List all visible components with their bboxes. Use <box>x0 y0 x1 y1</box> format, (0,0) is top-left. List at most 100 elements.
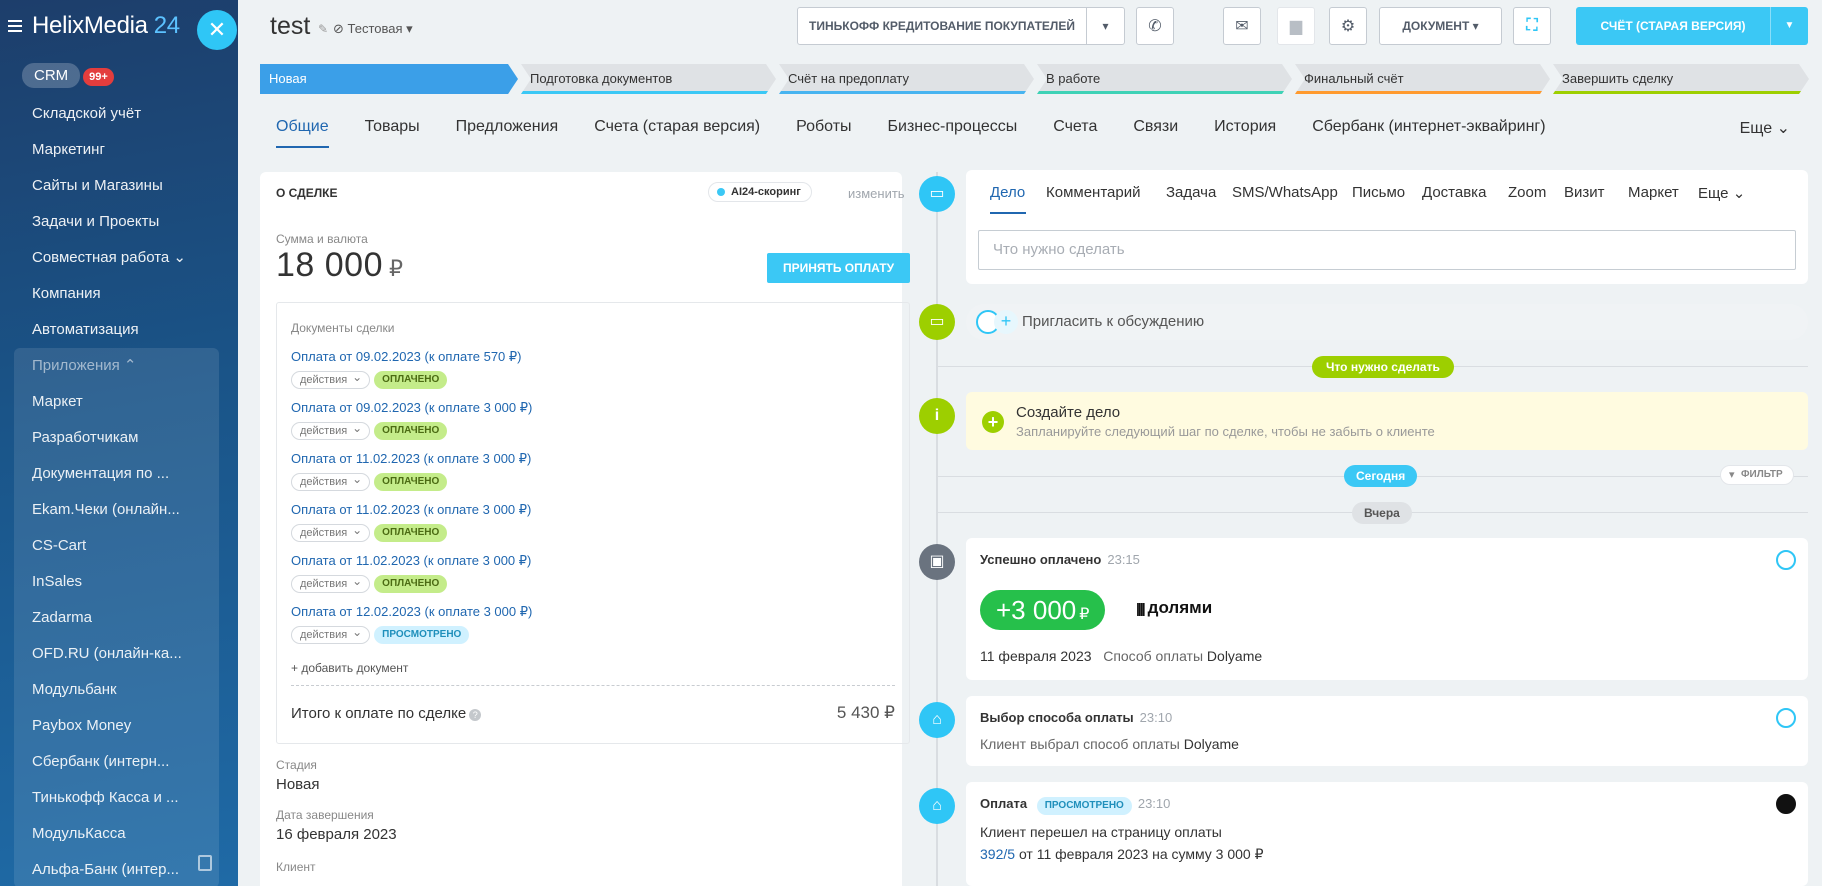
app-item[interactable]: OFD.RU (онлайн-ка... <box>14 636 219 672</box>
document-actions-dropdown[interactable]: действия <box>291 522 371 542</box>
menu-icon[interactable] <box>8 20 22 32</box>
stage-step[interactable]: Подготовка документов <box>521 64 776 94</box>
trash-icon[interactable] <box>198 855 212 871</box>
payment-link[interactable]: 392/5 <box>980 846 1015 862</box>
app-item[interactable]: Модульбанк <box>14 672 219 708</box>
sidebar-item[interactable]: Сайты и Магазины <box>0 168 238 204</box>
app-item[interactable]: Тинькофф Касса и ... <box>14 780 219 816</box>
document-link[interactable]: Оплата от 11.02.2023 (к оплате 3 000 ₽) <box>291 451 531 469</box>
filter-button[interactable]: Фильтр <box>1720 465 1794 485</box>
document-actions-dropdown[interactable]: действия <box>291 420 371 440</box>
tab-market[interactable]: Маркет <box>1628 184 1679 201</box>
stage-step[interactable]: В работе <box>1037 64 1292 94</box>
document-link[interactable]: Оплата от 11.02.2023 (к оплате 3 000 ₽) <box>291 553 531 571</box>
add-document-link[interactable]: + добавить документ <box>291 661 408 675</box>
todo-input[interactable]: Что нужно сделать <box>978 230 1796 270</box>
document-actions-dropdown[interactable]: действия <box>291 471 371 491</box>
tab-invoices-old[interactable]: Счета (старая версия) <box>594 118 760 148</box>
tab-activity[interactable]: Дело <box>990 184 1025 201</box>
ai-scoring-button[interactable]: AI24-скоринг <box>708 182 812 202</box>
edit-pencil-icon[interactable]: ✎ <box>318 22 328 36</box>
app-item[interactable]: Ekam.Чеки (онлайн... <box>14 492 219 528</box>
tab-zoom[interactable]: Zoom <box>1508 184 1546 201</box>
invite-to-discussion[interactable]: + Пригласить к обсуждению <box>966 304 1808 340</box>
tab-links[interactable]: Связи <box>1133 118 1178 148</box>
app-item[interactable]: Разработчикам <box>14 420 219 456</box>
event-details: 11 февраля 2023 Способ оплаты Dolyame <box>980 648 1262 664</box>
logo[interactable]: HelixMedia 24 <box>32 12 180 40</box>
tab-visit[interactable]: Визит <box>1564 184 1605 201</box>
tab-products[interactable]: Товары <box>365 118 420 148</box>
invoice-old-button[interactable]: Счёт (старая версия) ▼ <box>1576 7 1808 45</box>
stage-step[interactable]: Счёт на предоплату <box>779 64 1034 94</box>
settings-button[interactable]: ⚙ <box>1329 7 1367 45</box>
document-actions-dropdown[interactable]: действия <box>291 573 371 593</box>
chat-button[interactable]: ▆ <box>1277 7 1315 45</box>
stage-field-value[interactable]: Новая <box>276 776 319 793</box>
todo-title: Создайте дело <box>1016 404 1121 421</box>
tab-sberbank[interactable]: Сбербанк (интернет-эквайринг) <box>1312 118 1545 148</box>
close-slider-button[interactable]: ✕ <box>197 10 237 50</box>
stage-step[interactable]: Завершить сделку <box>1553 64 1809 94</box>
stage-step[interactable]: Финальный счёт <box>1295 64 1550 94</box>
chevron-down-icon[interactable]: ▼ <box>1770 7 1808 45</box>
tab-history[interactable]: История <box>1214 118 1276 148</box>
tab-task[interactable]: Задача <box>1166 184 1216 201</box>
plus-icon[interactable]: + <box>982 411 1004 433</box>
document-button[interactable]: Документ ▾ <box>1379 7 1502 45</box>
tab-email[interactable]: Письмо <box>1352 184 1405 201</box>
apps-header[interactable]: Приложения ⌃ <box>14 348 219 384</box>
document-link[interactable]: Оплата от 11.02.2023 (к оплате 3 000 ₽) <box>291 502 531 520</box>
sum-label: Сумма и валюта <box>276 232 368 246</box>
app-item[interactable]: Сбербанк (интерн... <box>14 744 219 780</box>
tab-more[interactable]: Еще ⌄ <box>1698 184 1745 202</box>
app-item[interactable]: CS-Cart <box>14 528 219 564</box>
tab-sms-whatsapp[interactable]: SMS/WhatsApp <box>1232 184 1338 201</box>
status-badge: просмотрено <box>374 626 470 644</box>
app-item[interactable]: МодульКасса <box>14 816 219 852</box>
create-activity-card[interactable]: + Создайте дело Запланируйте следующий ш… <box>966 392 1808 450</box>
tab-delivery[interactable]: Доставка <box>1422 184 1486 201</box>
document-actions-dropdown[interactable]: действия <box>291 369 371 389</box>
chevron-down-icon: ▾ <box>1472 19 1479 33</box>
tab-offers[interactable]: Предложения <box>456 118 559 148</box>
close-date-value[interactable]: 16 февраля 2023 <box>276 826 397 843</box>
app-item[interactable]: Zadarma <box>14 600 219 636</box>
email-button[interactable]: ✉ <box>1223 7 1261 45</box>
sidebar-item-crm[interactable]: CRM 99+ <box>22 63 114 88</box>
sidebar-item[interactable]: Автоматизация <box>0 312 238 348</box>
phone-button[interactable]: ✆ <box>1136 7 1174 45</box>
chevron-down-icon[interactable]: ▾ <box>1086 8 1124 44</box>
app-item[interactable]: InSales <box>14 564 219 600</box>
help-icon[interactable]: ? <box>469 709 482 721</box>
app-item[interactable]: Альфа-Банк (интер... <box>14 852 219 886</box>
deal-sum-value: 18 000 <box>276 246 383 284</box>
app-item[interactable]: Маркет <box>14 384 219 420</box>
tab-invoices[interactable]: Счета <box>1053 118 1097 148</box>
main-area: test ✎ ⊘ Тестовая ▾ Тинькофф кредитовани… <box>238 0 1822 886</box>
event-title-text: Выбор способа оплаты <box>980 710 1134 725</box>
tab-comment[interactable]: Комментарий <box>1046 184 1140 201</box>
category-selector[interactable]: ⊘ Тестовая ▾ <box>333 21 413 37</box>
accept-payment-button[interactable]: Принять оплату <box>767 253 910 283</box>
app-item[interactable]: Документация по ... <box>14 456 219 492</box>
change-link[interactable]: изменить <box>848 186 905 201</box>
stage-step[interactable]: Новая <box>260 64 518 94</box>
sidebar-item[interactable]: Маркетинг <box>0 132 238 168</box>
tinkoff-credit-button[interactable]: Тинькофф кредитование покупателей ▾ <box>797 7 1125 45</box>
document-link[interactable]: Оплата от 12.02.2023 (к оплате 3 000 ₽) <box>291 604 532 622</box>
document-actions-dropdown[interactable]: действия <box>291 624 371 644</box>
tab-business-processes[interactable]: Бизнес-процессы <box>888 118 1018 148</box>
tabs-more-button[interactable]: Еще ⌄ <box>1740 118 1790 138</box>
sidebar-item[interactable]: Складской учёт <box>0 96 238 132</box>
dolyame-bars-icon: |||| <box>1136 600 1146 616</box>
tab-general[interactable]: Общие <box>276 118 329 148</box>
sidebar-item[interactable]: Компания <box>0 276 238 312</box>
scan-button[interactable]: ⛶ <box>1513 7 1551 45</box>
sidebar-item[interactable]: Совместная работа ⌄ <box>0 240 238 276</box>
document-link[interactable]: Оплата от 09.02.2023 (к оплате 570 ₽) <box>291 349 522 367</box>
tab-robots[interactable]: Роботы <box>796 118 851 148</box>
document-link[interactable]: Оплата от 09.02.2023 (к оплате 3 000 ₽) <box>291 400 532 418</box>
app-item[interactable]: Paybox Money <box>14 708 219 744</box>
sidebar-item[interactable]: Задачи и Проекты <box>0 204 238 240</box>
